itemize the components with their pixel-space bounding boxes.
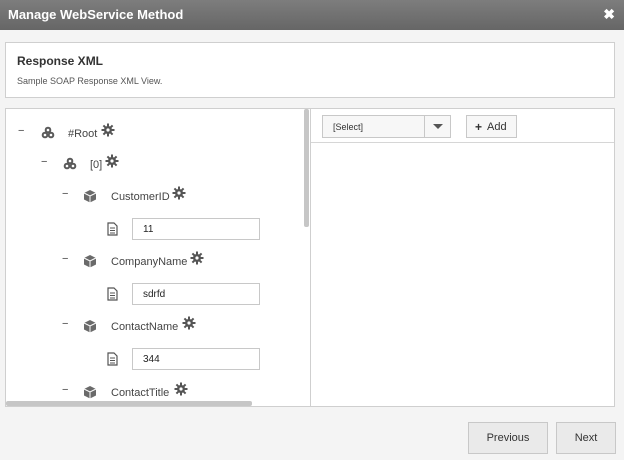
tree-node-field[interactable]: − CustomerID xyxy=(6,186,296,206)
response-xml-info: Response XML Sample SOAP Response XML Vi… xyxy=(5,42,615,98)
tree-node-value xyxy=(6,348,296,372)
collapse-icon[interactable]: − xyxy=(62,318,68,330)
previous-button[interactable]: Previous xyxy=(468,422,548,454)
tree-node-item0[interactable]: − [0] xyxy=(6,154,296,174)
section-heading: Response XML xyxy=(17,54,104,68)
cube-icon xyxy=(83,320,97,333)
mapping-toolbar: [Select] + Add xyxy=(311,109,614,143)
close-icon[interactable]: ✖ xyxy=(603,6,615,23)
tree-node-field[interactable]: − CompanyName xyxy=(6,251,296,271)
gear-icon[interactable] xyxy=(101,123,115,137)
tree-node-field[interactable]: − ContactTitle xyxy=(6,382,296,402)
xml-tree: − #Root − [0] − CustomerID 11 − CompanyN… xyxy=(6,109,310,406)
plus-icon: + xyxy=(475,120,483,134)
tree-node-label: ContactName xyxy=(111,321,179,333)
tree-node-label: ContactTitle xyxy=(111,387,170,399)
collapse-icon[interactable]: − xyxy=(62,253,68,265)
collapse-icon[interactable]: − xyxy=(18,125,24,137)
chevron-down-icon[interactable] xyxy=(424,116,450,137)
cube-icon xyxy=(83,255,97,268)
add-button-label: Add xyxy=(487,121,507,133)
xml-tree-panel: − #Root − [0] − CustomerID 11 − CompanyN… xyxy=(5,108,615,407)
tree-node-value xyxy=(6,283,296,307)
tree-node-label: CompanyName xyxy=(111,256,188,268)
add-button[interactable]: + Add xyxy=(466,115,517,138)
value-input[interactable] xyxy=(132,218,260,240)
panel-divider xyxy=(310,109,311,406)
gear-icon[interactable] xyxy=(182,316,196,330)
document-icon xyxy=(107,222,118,236)
object-group-icon xyxy=(41,126,55,139)
gear-icon[interactable] xyxy=(172,186,186,200)
dialog-title: Manage WebService Method xyxy=(8,7,184,22)
cube-icon xyxy=(83,386,97,399)
value-input[interactable] xyxy=(132,283,260,305)
tree-node-field[interactable]: − ContactName xyxy=(6,316,296,336)
gear-icon[interactable] xyxy=(105,154,119,168)
tree-node-value xyxy=(6,218,296,242)
tree-node-label: CustomerID xyxy=(111,191,170,203)
value-input[interactable] xyxy=(132,348,260,370)
gear-icon[interactable] xyxy=(190,251,204,265)
tree-node-label: #Root xyxy=(68,128,98,140)
next-button[interactable]: Next xyxy=(556,422,616,454)
object-group-icon xyxy=(63,157,77,170)
document-icon xyxy=(107,287,118,301)
tree-node-label: [0] xyxy=(90,159,103,171)
cube-icon xyxy=(83,190,97,203)
select-value: [Select] xyxy=(333,122,364,132)
section-subtitle: Sample SOAP Response XML View. xyxy=(17,76,163,86)
collapse-icon[interactable]: − xyxy=(41,156,47,168)
collapse-icon[interactable]: − xyxy=(62,384,68,396)
gear-icon[interactable] xyxy=(174,382,188,396)
dialog-titlebar: Manage WebService Method ✖ xyxy=(0,0,624,30)
horizontal-scrollbar[interactable] xyxy=(6,401,252,406)
collapse-icon[interactable]: − xyxy=(62,188,68,200)
document-icon xyxy=(107,352,118,366)
tree-node-root[interactable]: − #Root xyxy=(6,123,296,143)
mapping-select[interactable]: [Select] xyxy=(322,115,451,138)
vertical-scrollbar[interactable] xyxy=(304,109,309,227)
